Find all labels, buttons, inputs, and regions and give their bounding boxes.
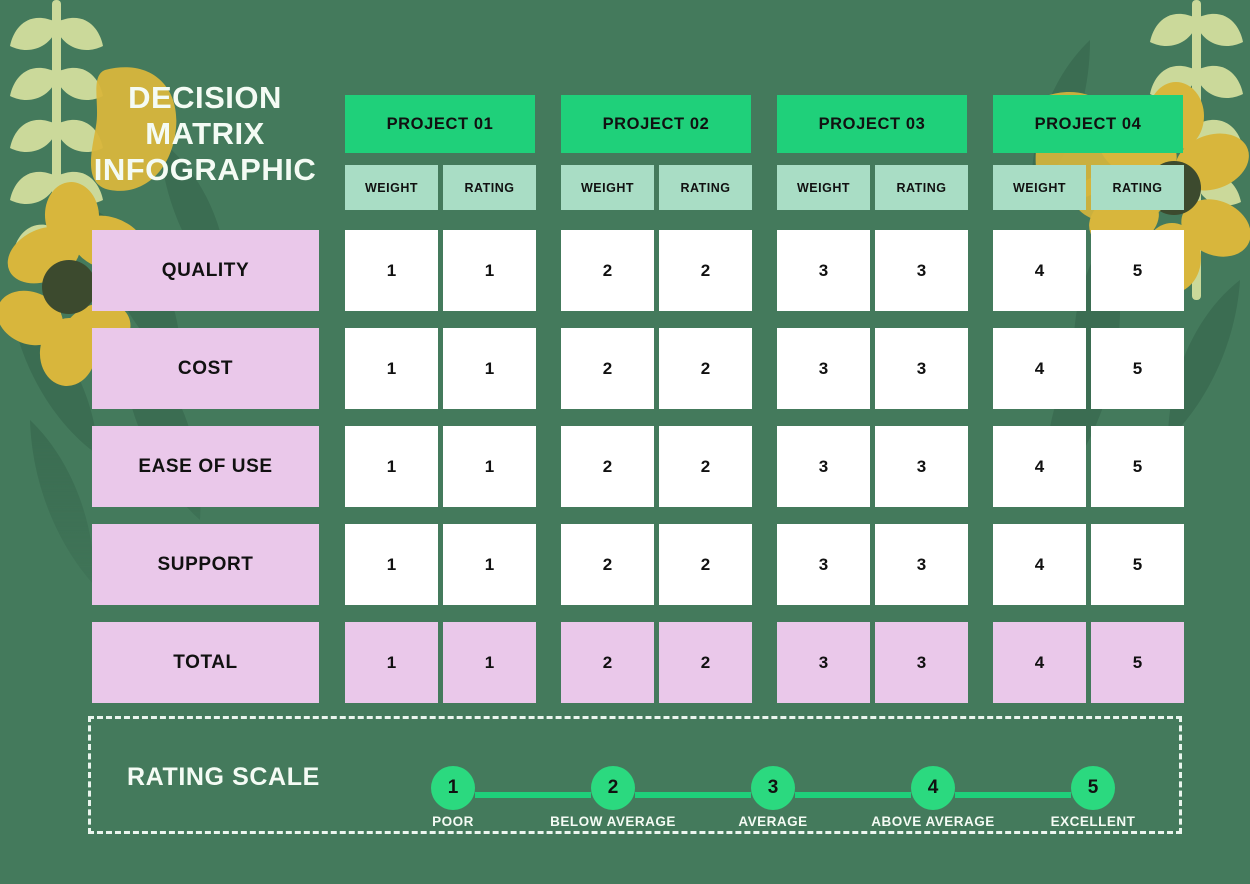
table-cell[interactable]: 3 [875, 524, 968, 605]
table-cell[interactable]: 1 [443, 426, 536, 507]
subheader-project-01-weight[interactable]: WEIGHT [345, 165, 438, 210]
table-cell[interactable]: 3 [777, 524, 870, 605]
rating-scale-node-3[interactable]: 3 [751, 766, 795, 810]
table-cell[interactable]: 2 [659, 426, 752, 507]
subheader-project-03-weight[interactable]: WEIGHT [777, 165, 870, 210]
table-cell[interactable]: 3 [777, 426, 870, 507]
page-title-line-3: INFOGRAPHIC [93, 151, 317, 187]
page-title: DECISION MATRIX INFOGRAPHIC [70, 80, 340, 188]
rating-scale-label-2: BELOW AVERAGE [550, 814, 676, 829]
rating-scale-track: 1 2 3 4 5 POOR BELOW AVERAGE AVERAGE ABO… [431, 766, 1143, 838]
column-header-project-01[interactable]: PROJECT 01 [345, 95, 535, 153]
table-cell[interactable]: 2 [561, 230, 654, 311]
rating-scale-node-1[interactable]: 1 [431, 766, 475, 810]
table-cell[interactable]: 1 [345, 230, 438, 311]
table-cell[interactable]: 2 [659, 230, 752, 311]
row-label-quality: QUALITY [92, 230, 319, 311]
subheader-project-02-weight[interactable]: WEIGHT [561, 165, 654, 210]
table-cell[interactable]: 4 [993, 426, 1086, 507]
infographic-canvas: DECISION MATRIX INFOGRAPHIC PROJECT 01 P… [0, 0, 1250, 884]
scale-connector-1-2 [475, 792, 591, 798]
table-cell[interactable]: 3 [875, 230, 968, 311]
table-cell-total[interactable]: 1 [443, 622, 536, 703]
table-cell[interactable]: 5 [1091, 524, 1184, 605]
table-cell-total[interactable]: 2 [659, 622, 752, 703]
table-cell[interactable]: 5 [1091, 426, 1184, 507]
rating-scale-node-4[interactable]: 4 [911, 766, 955, 810]
table-cell[interactable]: 3 [875, 426, 968, 507]
table-cell-total[interactable]: 4 [993, 622, 1086, 703]
table-cell[interactable]: 2 [659, 524, 752, 605]
table-cell[interactable]: 1 [443, 328, 536, 409]
subheader-project-03-rating[interactable]: RATING [875, 165, 968, 210]
table-cell-total[interactable]: 3 [875, 622, 968, 703]
scale-connector-2-3 [635, 792, 751, 798]
table-cell[interactable]: 1 [443, 524, 536, 605]
subheader-project-01-rating[interactable]: RATING [443, 165, 536, 210]
table-cell-total[interactable]: 5 [1091, 622, 1184, 703]
table-cell[interactable]: 1 [345, 328, 438, 409]
table-cell[interactable]: 5 [1091, 230, 1184, 311]
table-cell-total[interactable]: 3 [777, 622, 870, 703]
table-cell-total[interactable]: 1 [345, 622, 438, 703]
table-cell[interactable]: 5 [1091, 328, 1184, 409]
scale-connector-3-4 [795, 792, 911, 798]
rating-scale-label-3: AVERAGE [738, 814, 808, 829]
table-cell[interactable]: 4 [993, 230, 1086, 311]
subheader-project-04-rating[interactable]: RATING [1091, 165, 1184, 210]
rating-scale-label-1: POOR [432, 814, 474, 829]
subheader-project-02-rating[interactable]: RATING [659, 165, 752, 210]
row-label-ease-of-use: EASE OF USE [92, 426, 319, 507]
column-header-project-04[interactable]: PROJECT 04 [993, 95, 1183, 153]
table-cell[interactable]: 2 [561, 328, 654, 409]
table-cell[interactable]: 1 [443, 230, 536, 311]
table-cell[interactable]: 2 [561, 524, 654, 605]
table-cell[interactable]: 2 [659, 328, 752, 409]
table-cell[interactable]: 4 [993, 328, 1086, 409]
table-cell[interactable]: 1 [345, 524, 438, 605]
decision-matrix: DECISION MATRIX INFOGRAPHIC PROJECT 01 P… [0, 0, 1250, 884]
rating-scale-node-5[interactable]: 5 [1071, 766, 1115, 810]
rating-scale-panel: RATING SCALE 1 2 3 4 5 POOR BELOW AVERAG… [88, 716, 1182, 834]
rating-scale-node-2[interactable]: 2 [591, 766, 635, 810]
page-title-line-1: DECISION [128, 80, 282, 115]
table-cell[interactable]: 2 [561, 426, 654, 507]
rating-scale-label-5: EXCELLENT [1050, 814, 1136, 829]
row-label-support: SUPPORT [92, 524, 319, 605]
rating-scale-label-4: ABOVE AVERAGE [871, 814, 995, 829]
table-cell[interactable]: 3 [777, 230, 870, 311]
rating-scale-title: RATING SCALE [127, 763, 320, 791]
scale-connector-4-5 [955, 792, 1071, 798]
table-cell[interactable]: 3 [875, 328, 968, 409]
table-cell[interactable]: 1 [345, 426, 438, 507]
subheader-project-04-weight[interactable]: WEIGHT [993, 165, 1086, 210]
table-cell[interactable]: 4 [993, 524, 1086, 605]
table-cell[interactable]: 3 [777, 328, 870, 409]
column-header-project-03[interactable]: PROJECT 03 [777, 95, 967, 153]
row-label-cost: COST [92, 328, 319, 409]
row-label-total: TOTAL [92, 622, 319, 703]
column-header-project-02[interactable]: PROJECT 02 [561, 95, 751, 153]
page-title-line-2: MATRIX [145, 115, 265, 151]
table-cell-total[interactable]: 2 [561, 622, 654, 703]
